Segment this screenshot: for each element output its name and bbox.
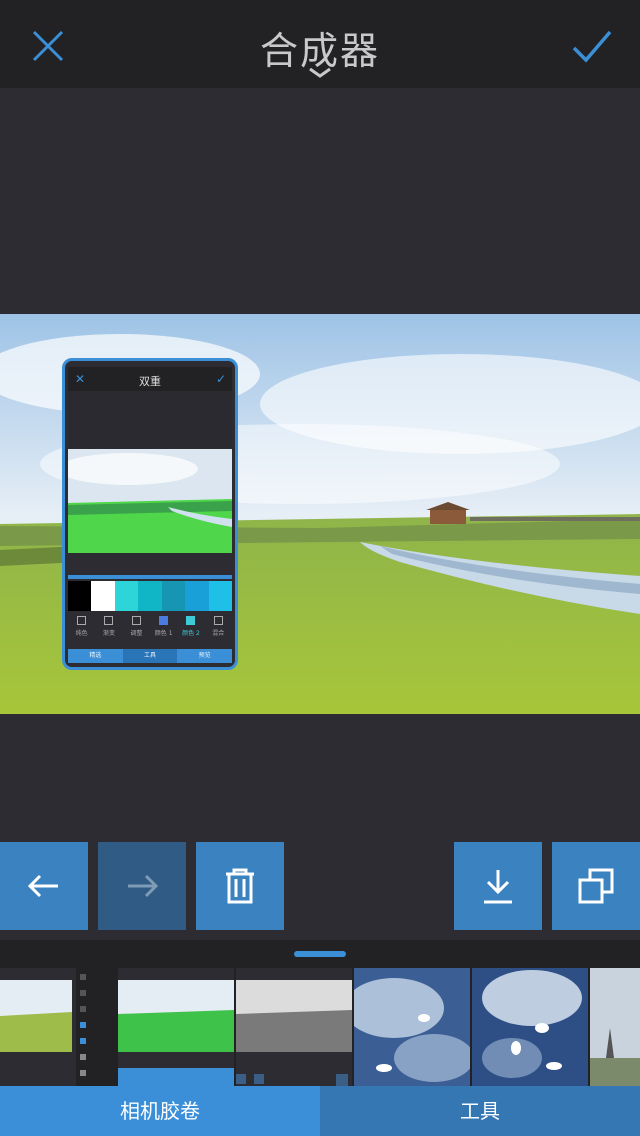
overlay-title: 双重 bbox=[139, 375, 161, 388]
overlay-handle bbox=[68, 575, 232, 579]
overlay-swatches bbox=[68, 581, 232, 611]
download-icon bbox=[484, 870, 512, 904]
thumbnail[interactable] bbox=[472, 968, 588, 1086]
thumbnail-tray bbox=[0, 940, 640, 1086]
overlay-check-icon: ✓ bbox=[215, 372, 226, 386]
chevron-down-icon[interactable] bbox=[306, 66, 334, 80]
overlay-tools: 纯色 渐变 调整 颜色 1 颜色 2 混合 bbox=[68, 613, 232, 647]
redo-button[interactable] bbox=[98, 842, 186, 930]
swatch bbox=[161, 581, 186, 611]
overlay-dark-area bbox=[68, 391, 232, 449]
swatch bbox=[68, 581, 92, 611]
overlay-tabs: 精选 工具 预览 bbox=[68, 649, 233, 663]
overlay-tab: 精选 bbox=[68, 649, 123, 663]
swatch bbox=[91, 581, 115, 611]
overlay-tab: 工具 bbox=[122, 649, 178, 663]
checkmark-icon[interactable] bbox=[568, 24, 616, 68]
thumbnail[interactable] bbox=[0, 968, 116, 1086]
overlay-tool: 纯色 bbox=[68, 613, 95, 647]
thumbnail[interactable] bbox=[118, 968, 234, 1086]
arrow-right-icon bbox=[128, 874, 159, 898]
swatch bbox=[185, 581, 209, 611]
overlay-tool: 渐变 bbox=[95, 613, 122, 647]
swatch bbox=[114, 581, 139, 611]
thumbnail-strip bbox=[0, 968, 640, 1086]
overlay-photo bbox=[68, 449, 232, 553]
bottom-tab-bar: 相机胶卷 工具 bbox=[0, 1086, 640, 1136]
overlay-gap bbox=[68, 553, 232, 575]
overlay-tab: 预览 bbox=[177, 649, 233, 663]
top-bar: 合成器 bbox=[0, 0, 640, 88]
tab-camera-roll[interactable]: 相机胶卷 bbox=[0, 1086, 320, 1136]
arrow-left-icon bbox=[27, 874, 58, 898]
swatch bbox=[138, 581, 162, 611]
duplicate-button[interactable] bbox=[552, 842, 640, 930]
overlay-tool: 调整 bbox=[123, 613, 150, 647]
download-button[interactable] bbox=[454, 842, 542, 930]
swatch bbox=[208, 581, 232, 611]
overlay-tool: 颜色 1 bbox=[150, 613, 177, 647]
undo-button[interactable] bbox=[0, 842, 88, 930]
thumbnail[interactable] bbox=[354, 968, 470, 1086]
overlay-tool: 颜色 2 bbox=[177, 613, 204, 647]
trash-icon bbox=[226, 868, 254, 904]
overlay-layer[interactable]: ✕ 双重 ✓ 纯色 渐变 调整 颜色 1 颜色 2 混合 精选 工具 预览 bbox=[62, 358, 238, 670]
overlay-topbar: ✕ 双重 ✓ bbox=[68, 367, 232, 391]
delete-button[interactable] bbox=[196, 842, 284, 930]
overlay-tool: 混合 bbox=[205, 613, 232, 647]
thumbnail[interactable] bbox=[236, 968, 352, 1086]
duplicate-icon bbox=[578, 868, 614, 904]
tab-tools[interactable]: 工具 bbox=[320, 1086, 640, 1136]
tray-handle[interactable] bbox=[294, 951, 346, 957]
thumbnail[interactable] bbox=[590, 968, 640, 1086]
